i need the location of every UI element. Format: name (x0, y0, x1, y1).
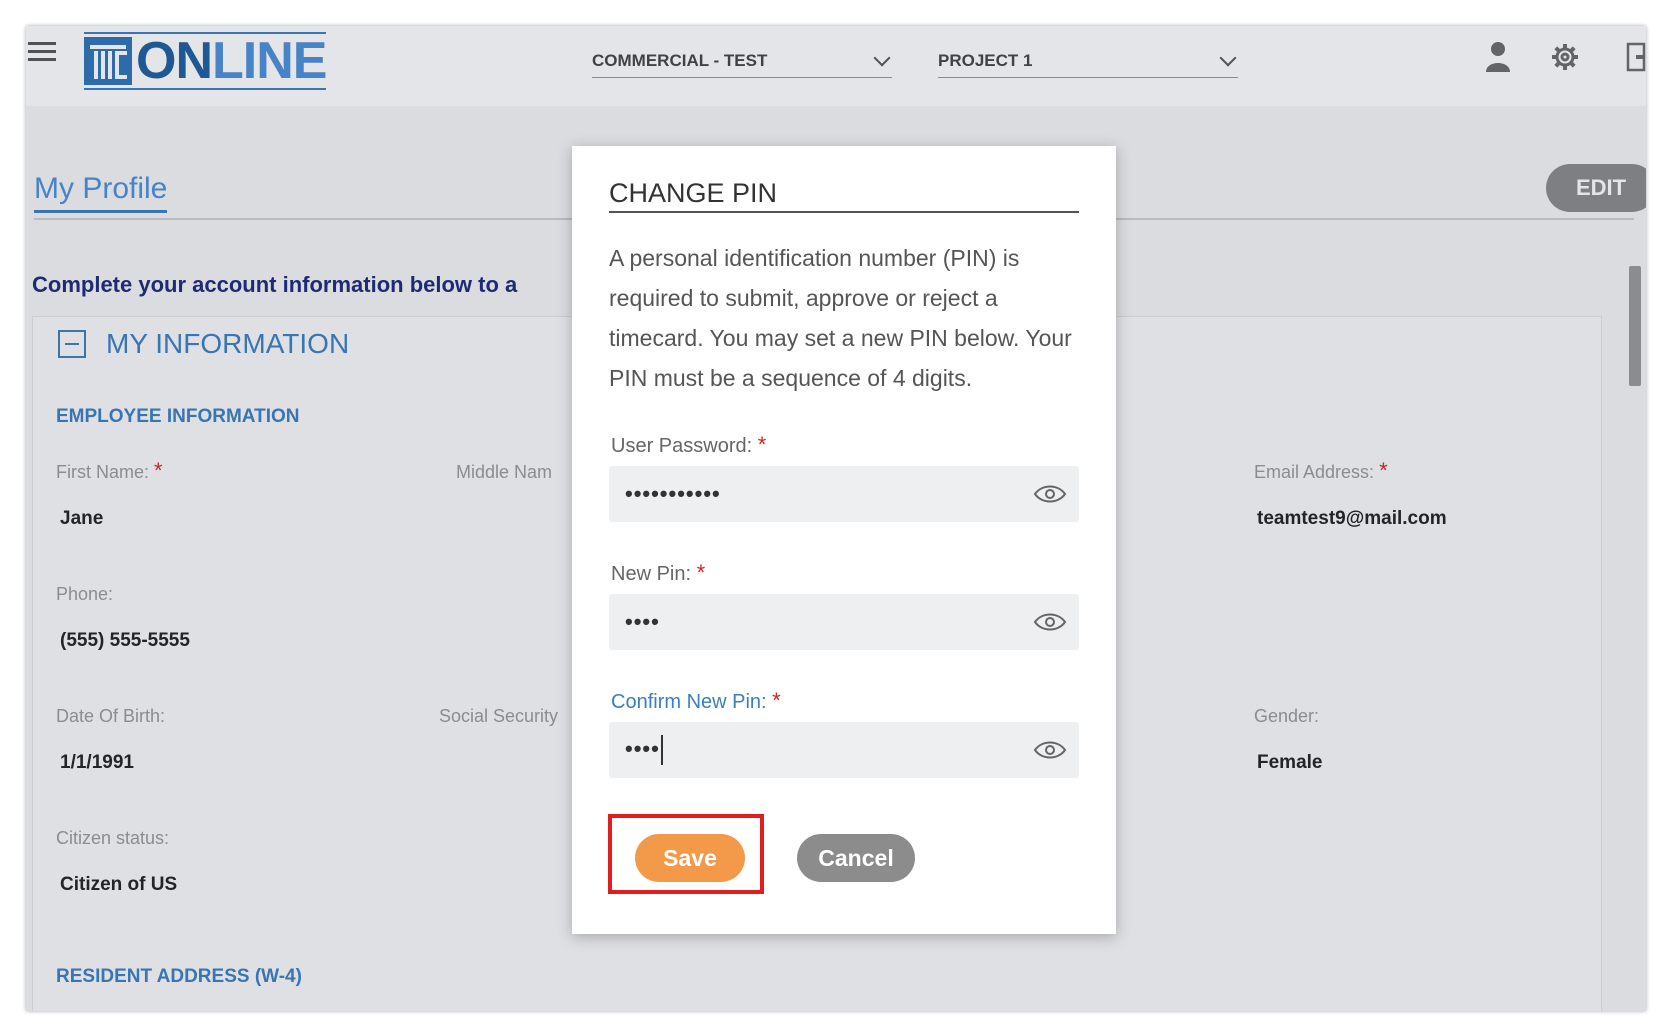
text-caret (660, 735, 663, 765)
confirm-pin-value: •••• (625, 735, 663, 765)
cancel-button[interactable]: Cancel (797, 834, 915, 882)
eye-icon[interactable] (1033, 739, 1067, 761)
confirm-pin-label: Confirm New Pin: * (611, 688, 781, 713)
user-password-field[interactable]: ••••••••••• (609, 466, 1079, 522)
save-button[interactable]: Save (635, 834, 745, 882)
new-pin-value: •••• (625, 609, 660, 634)
app-window: ONLINE COMMERCIAL - TEST PROJECT 1 My Pr… (26, 26, 1646, 1011)
user-password-label: User Password: * (611, 432, 767, 457)
eye-icon[interactable] (1033, 483, 1067, 505)
new-pin-field[interactable]: •••• (609, 594, 1079, 650)
eye-icon[interactable] (1033, 611, 1067, 633)
dialog-title: CHANGE PIN (609, 178, 1079, 213)
new-pin-label: New Pin: * (611, 560, 706, 585)
confirm-pin-field[interactable]: •••• (609, 722, 1079, 778)
dialog-description: A personal identification number (PIN) i… (609, 245, 1072, 391)
change-pin-dialog: CHANGE PIN A personal identification num… (572, 146, 1116, 934)
user-password-value: ••••••••••• (625, 481, 721, 506)
